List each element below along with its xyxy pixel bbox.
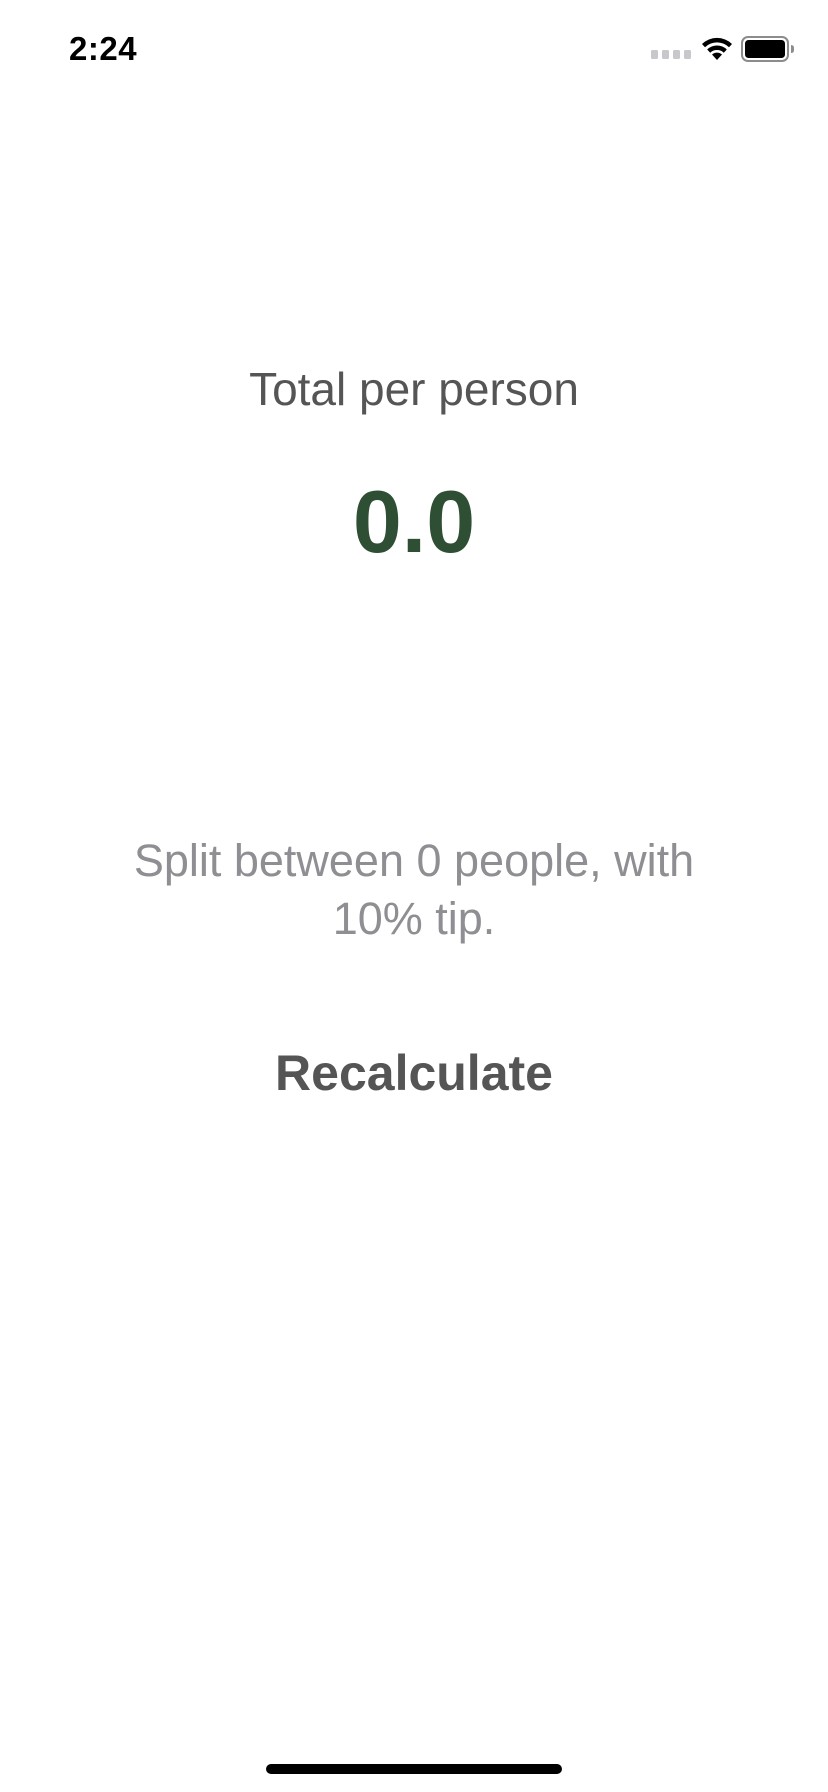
status-bar: 2:24 — [0, 0, 828, 100]
split-summary-text: Split between 0 people, with 10% tip. — [133, 835, 695, 944]
home-indicator[interactable] — [266, 1764, 562, 1774]
recalculate-button[interactable]: Recalculate — [214, 1032, 614, 1114]
cell-signal-icon — [651, 50, 691, 59]
status-time: 2:24 — [69, 30, 138, 67]
total-per-person-value: 0.0 — [352, 472, 476, 571]
battery-icon — [741, 36, 794, 62]
total-per-person-label: Total per person — [249, 363, 579, 415]
wifi-icon — [702, 37, 732, 60]
result-screen: 2:24 Total per person 0.0 Split between … — [0, 0, 828, 1792]
